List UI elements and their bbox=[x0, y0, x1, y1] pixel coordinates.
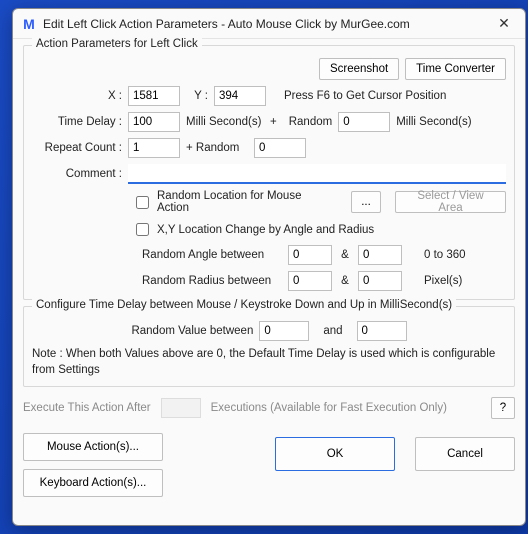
ms-label-1: Milli Second(s) bbox=[186, 116, 264, 128]
ellipsis-button[interactable]: ... bbox=[351, 191, 381, 213]
ok-button[interactable]: OK bbox=[275, 437, 395, 471]
repeat-random-input[interactable] bbox=[254, 138, 306, 158]
random-value-a-input[interactable] bbox=[259, 321, 309, 341]
execute-after-input bbox=[161, 398, 201, 418]
random-label: Random bbox=[289, 116, 332, 128]
group2-title: Configure Time Delay between Mouse / Key… bbox=[32, 299, 456, 311]
random-radius-b-input[interactable] bbox=[358, 271, 402, 291]
random-radius-a-input[interactable] bbox=[288, 271, 332, 291]
close-icon[interactable]: ✕ bbox=[483, 10, 525, 38]
xy-change-check-input[interactable] bbox=[136, 223, 149, 236]
y-input[interactable] bbox=[214, 86, 266, 106]
random-angle-label: Random Angle between bbox=[142, 249, 282, 261]
ms-label-2: Milli Second(s) bbox=[396, 116, 471, 128]
time-delay-label: Time Delay : bbox=[32, 116, 122, 128]
random-location-label: Random Location for Mouse Action bbox=[157, 190, 327, 214]
app-icon: M bbox=[21, 16, 37, 32]
xy-change-checkbox[interactable]: X,Y Location Change by Angle and Radius bbox=[132, 220, 374, 239]
mouse-actions-button[interactable]: Mouse Action(s)... bbox=[23, 433, 163, 461]
content-area: Action Parameters for Left Click Screens… bbox=[13, 39, 525, 525]
zero-to-360-label: 0 to 360 bbox=[424, 249, 466, 261]
plus-label: + bbox=[270, 116, 277, 128]
random-ms-input[interactable] bbox=[338, 112, 390, 132]
random-angle-b-input[interactable] bbox=[358, 245, 402, 265]
pixels-label: Pixel(s) bbox=[424, 275, 462, 287]
comment-input[interactable] bbox=[128, 164, 506, 184]
xy-change-label: X,Y Location Change by Angle and Radius bbox=[157, 224, 374, 236]
bottom-buttons: Mouse Action(s)... Keyboard Action(s)...… bbox=[23, 433, 515, 497]
note-text: Note : When both Values above are 0, the… bbox=[32, 347, 506, 378]
random-location-check-input[interactable] bbox=[136, 196, 149, 209]
execute-after-label: Execute This Action After bbox=[23, 402, 151, 414]
executions-label: Executions (Available for Fast Execution… bbox=[211, 402, 447, 414]
select-view-area-button[interactable]: Select / View Area bbox=[395, 191, 506, 213]
amp-1: & bbox=[338, 249, 352, 261]
keyboard-actions-button[interactable]: Keyboard Action(s)... bbox=[23, 469, 163, 497]
and-label: and bbox=[323, 325, 342, 337]
random-angle-a-input[interactable] bbox=[288, 245, 332, 265]
press-f6-label: Press F6 to Get Cursor Position bbox=[284, 90, 446, 102]
y-label: Y : bbox=[186, 90, 208, 102]
random-radius-label: Random Radius between bbox=[142, 275, 282, 287]
x-label: X : bbox=[32, 90, 122, 102]
group-title: Action Parameters for Left Click bbox=[32, 38, 202, 50]
random-value-label: Random Value between bbox=[131, 325, 253, 337]
action-params-group: Action Parameters for Left Click Screens… bbox=[23, 45, 515, 300]
comment-label: Comment : bbox=[32, 168, 122, 180]
time-delay-group: Configure Time Delay between Mouse / Key… bbox=[23, 306, 515, 387]
titlebar: M Edit Left Click Action Parameters - Au… bbox=[13, 9, 525, 39]
x-input[interactable] bbox=[128, 86, 180, 106]
time-delay-input[interactable] bbox=[128, 112, 180, 132]
help-button[interactable]: ? bbox=[491, 397, 515, 419]
screenshot-button[interactable]: Screenshot bbox=[319, 58, 399, 80]
amp-2: & bbox=[338, 275, 352, 287]
random-value-b-input[interactable] bbox=[357, 321, 407, 341]
dialog-window: M Edit Left Click Action Parameters - Au… bbox=[12, 8, 526, 526]
repeat-count-input[interactable] bbox=[128, 138, 180, 158]
repeat-count-label: Repeat Count : bbox=[32, 142, 122, 154]
time-converter-button[interactable]: Time Converter bbox=[405, 58, 506, 80]
execute-row: Execute This Action After Executions (Av… bbox=[23, 397, 515, 419]
random-location-checkbox[interactable]: Random Location for Mouse Action bbox=[132, 190, 327, 214]
plus-random-label: + Random bbox=[186, 142, 248, 154]
cancel-button[interactable]: Cancel bbox=[415, 437, 515, 471]
window-title: Edit Left Click Action Parameters - Auto… bbox=[43, 17, 483, 31]
